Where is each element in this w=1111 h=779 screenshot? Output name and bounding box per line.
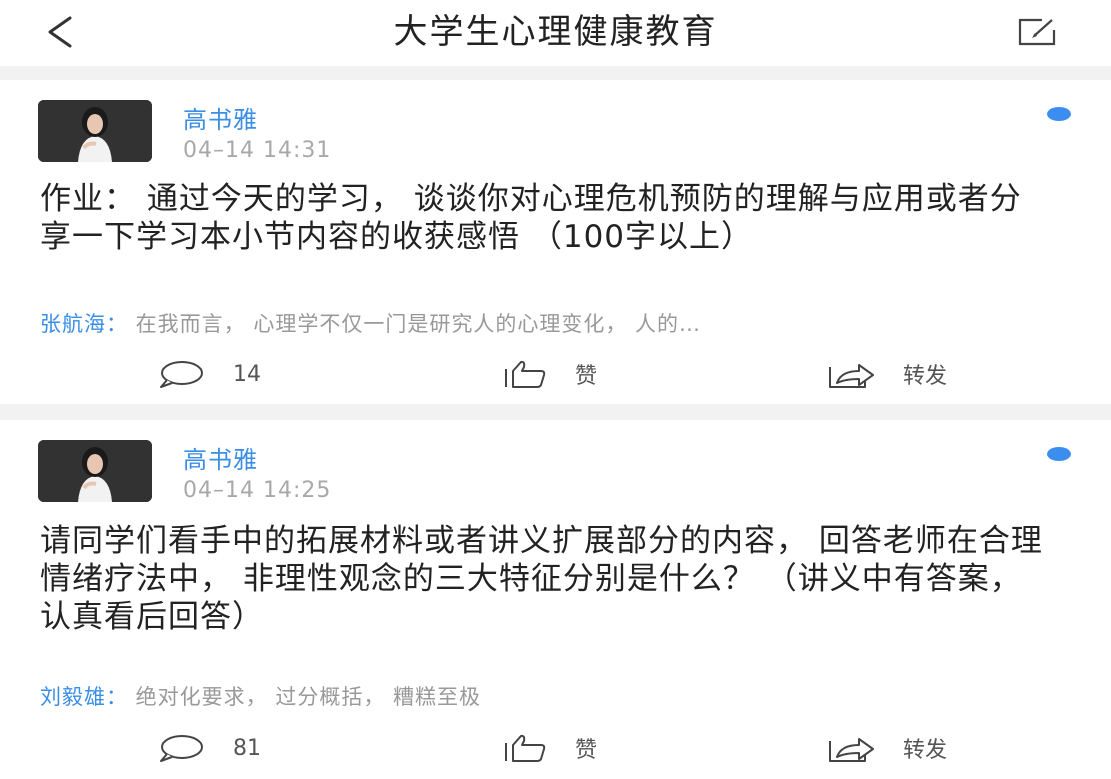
section-divider (0, 66, 1111, 80)
comment-text: 绝对化要求， 过分概括， 糟糕至极 (128, 685, 482, 709)
edit-button[interactable] (1014, 14, 1062, 50)
share-button[interactable]: 转发 (827, 359, 947, 389)
post-author[interactable]: 高书雅 (183, 100, 258, 135)
comment-icon (160, 361, 203, 388)
comment-button[interactable]: 14 (157, 359, 261, 389)
unread-dot (1047, 107, 1071, 121)
comment-preview[interactable]: 刘毅雄： 绝对化要求， 过分概括， 糟糕至极 (40, 681, 1080, 711)
comment-count: 14 (233, 361, 261, 387)
comment-author[interactable]: 刘毅雄： (40, 685, 128, 709)
comment-text: 在我而言， 心理学不仅一门是研究人的心理变化， 人的… (128, 312, 702, 336)
post-content[interactable]: 作业： 通过今天的学习， 谈谈你对心理危机预防的理解与应用或者分享一下学习本小节… (40, 180, 1050, 256)
share-label: 转发 (903, 364, 948, 389)
like-label: 赞 (575, 738, 598, 763)
share-icon (829, 738, 874, 762)
like-label: 赞 (575, 364, 598, 389)
post-time: 04–14 14:25 (183, 478, 332, 503)
share-button[interactable]: 转发 (827, 733, 947, 763)
avatar[interactable] (38, 440, 152, 502)
edit-icon (1018, 18, 1056, 46)
page-title: 大学生心理健康教育 (393, 12, 718, 52)
like-button[interactable]: 赞 (503, 733, 597, 763)
comment-count: 81 (233, 735, 261, 761)
post-author[interactable]: 高书雅 (183, 440, 258, 475)
post-content[interactable]: 请同学们看手中的拓展材料或者讲义扩展部分的内容， 回答老师在合理情绪疗法中， 非… (40, 522, 1050, 636)
comment-button[interactable]: 81 (157, 733, 261, 763)
avatar[interactable] (38, 100, 152, 162)
nav-bar: 大学生心理健康教育 (0, 0, 1111, 66)
chevron-left-icon (48, 16, 72, 48)
share-icon (829, 364, 874, 388)
thumbs-up-icon (505, 360, 546, 388)
section-divider (0, 404, 1111, 420)
comment-icon (160, 735, 203, 762)
back-button[interactable] (40, 12, 80, 52)
thumbs-up-icon (505, 734, 546, 762)
post-time: 04–14 14:31 (183, 138, 332, 163)
share-label: 转发 (903, 738, 948, 763)
comment-preview[interactable]: 张航海： 在我而言， 心理学不仅一门是研究人的心理变化， 人的… (40, 308, 1080, 338)
unread-dot (1047, 447, 1071, 461)
comment-author[interactable]: 张航海： (40, 312, 128, 336)
post-card[interactable]: 高书雅 04–14 14:31 作业： 通过今天的学习， 谈谈你对心理危机预防的… (0, 80, 1111, 404)
post-card[interactable]: 高书雅 04–14 14:25 请同学们看手中的拓展材料或者讲义扩展部分的内容，… (0, 420, 1111, 779)
like-button[interactable]: 赞 (503, 359, 597, 389)
